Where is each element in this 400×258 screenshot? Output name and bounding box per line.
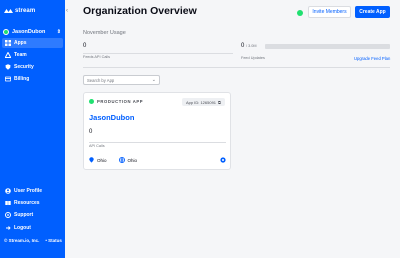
- divider: [83, 67, 390, 68]
- team-icon: [5, 52, 11, 58]
- sidebar-item-apps[interactable]: Apps: [2, 38, 63, 48]
- api-calls-value: 0: [83, 43, 87, 49]
- app-environment: PRODUCTION APP: [89, 99, 143, 104]
- feed-updates-progress: [265, 44, 390, 49]
- region-primary: Ohio: [89, 157, 107, 164]
- apps-icon: [5, 40, 11, 46]
- sidebar-footer: © Stream.io, Inc. • Status: [4, 238, 62, 243]
- org-name: JasonDubon: [12, 28, 46, 35]
- region-secondary: Ohio: [118, 157, 138, 164]
- book-icon: [5, 200, 11, 206]
- region-primary-label: Ohio: [97, 158, 107, 163]
- feed-updates-count: 0: [241, 43, 245, 49]
- chevron-updown-icon: ⇕: [56, 28, 61, 35]
- create-app-button[interactable]: Create App: [355, 6, 390, 18]
- logo-text: stream: [15, 8, 36, 14]
- location-pin-icon: [89, 157, 94, 164]
- globe-icon: [118, 157, 125, 164]
- sidebar-item-team[interactable]: Team: [2, 50, 63, 60]
- region-secondary-label: Ohio: [127, 158, 138, 163]
- stream-logo-icon: [4, 8, 13, 14]
- gear-icon[interactable]: [220, 157, 226, 164]
- upgrade-feed-plan-link[interactable]: Upgrade Feed Plan: [354, 56, 390, 61]
- app-card-footer: Ohio Ohio: [89, 157, 226, 164]
- feed-updates-label: Feed Updates: [241, 56, 265, 60]
- logo[interactable]: stream: [4, 8, 35, 14]
- org-switcher[interactable]: JasonDubon ⇕: [3, 26, 63, 37]
- sidebar-item-label: User Profile: [14, 188, 43, 194]
- user-icon: [5, 188, 11, 194]
- sidebar-item-label: Billing: [14, 76, 30, 82]
- status-indicator-icon: [297, 10, 303, 16]
- feed-updates-value: 0 / 3.0M: [241, 43, 257, 49]
- collapse-chevron-icon[interactable]: ‹: [66, 8, 68, 14]
- logout-icon: [5, 225, 11, 231]
- status-link[interactable]: • Status: [45, 238, 62, 243]
- shield-icon: [5, 64, 11, 70]
- sidebar-item-logout[interactable]: Logout: [2, 223, 63, 233]
- api-calls-track: [83, 53, 233, 54]
- app-api-calls-value: 0: [89, 129, 93, 135]
- sidebar-item-label: Resources: [14, 200, 40, 206]
- org-avatar: [3, 28, 9, 35]
- sidebar-item-security[interactable]: Security: [2, 62, 63, 72]
- usage-month-label: November Usage: [83, 30, 126, 36]
- sidebar-item-billing[interactable]: Billing: [2, 74, 63, 84]
- production-status-icon: [89, 99, 94, 104]
- app-name-link[interactable]: JasonDubon: [89, 113, 134, 122]
- environment-label: PRODUCTION APP: [97, 99, 144, 104]
- app-api-calls-label: API Calls: [89, 144, 105, 148]
- lifebuoy-icon: [5, 212, 11, 218]
- sidebar-item-label: Apps: [14, 40, 27, 46]
- page-title: Organization Overview: [83, 5, 197, 17]
- app-card[interactable]: PRODUCTION APP App ID: 1265091 ⧉ JasonDu…: [83, 92, 231, 170]
- sidebar-item-label: Security: [14, 64, 34, 70]
- app-id-badge[interactable]: App ID: 1265091 ⧉: [182, 98, 225, 106]
- feed-updates-limit: / 3.0M: [246, 44, 257, 48]
- api-calls-label: Feeds API Calls: [83, 55, 111, 59]
- sidebar-item-support[interactable]: Support: [2, 210, 63, 220]
- sidebar: stream JasonDubon ⇕ Apps Team Security B…: [0, 0, 65, 258]
- sidebar-item-label: Logout: [14, 225, 31, 231]
- credit-card-icon: [5, 76, 11, 82]
- app-id-text: App ID: 1265091: [186, 99, 217, 105]
- sidebar-item-resources[interactable]: Resources: [2, 198, 63, 208]
- copy-icon[interactable]: ⧉: [218, 100, 221, 105]
- chevron-down-icon: ⌄: [151, 77, 156, 83]
- search-placeholder: Search by App: [87, 77, 115, 83]
- sidebar-item-label: Team: [14, 52, 27, 58]
- app-api-calls-track: [89, 142, 226, 143]
- invite-members-button[interactable]: Invite Members: [308, 6, 351, 18]
- sidebar-item-label: Support: [14, 212, 34, 218]
- copyright: © Stream.io, Inc.: [4, 238, 40, 243]
- search-app-select[interactable]: Search by App ⌄: [83, 75, 160, 85]
- sidebar-item-user-profile[interactable]: User Profile: [2, 186, 63, 196]
